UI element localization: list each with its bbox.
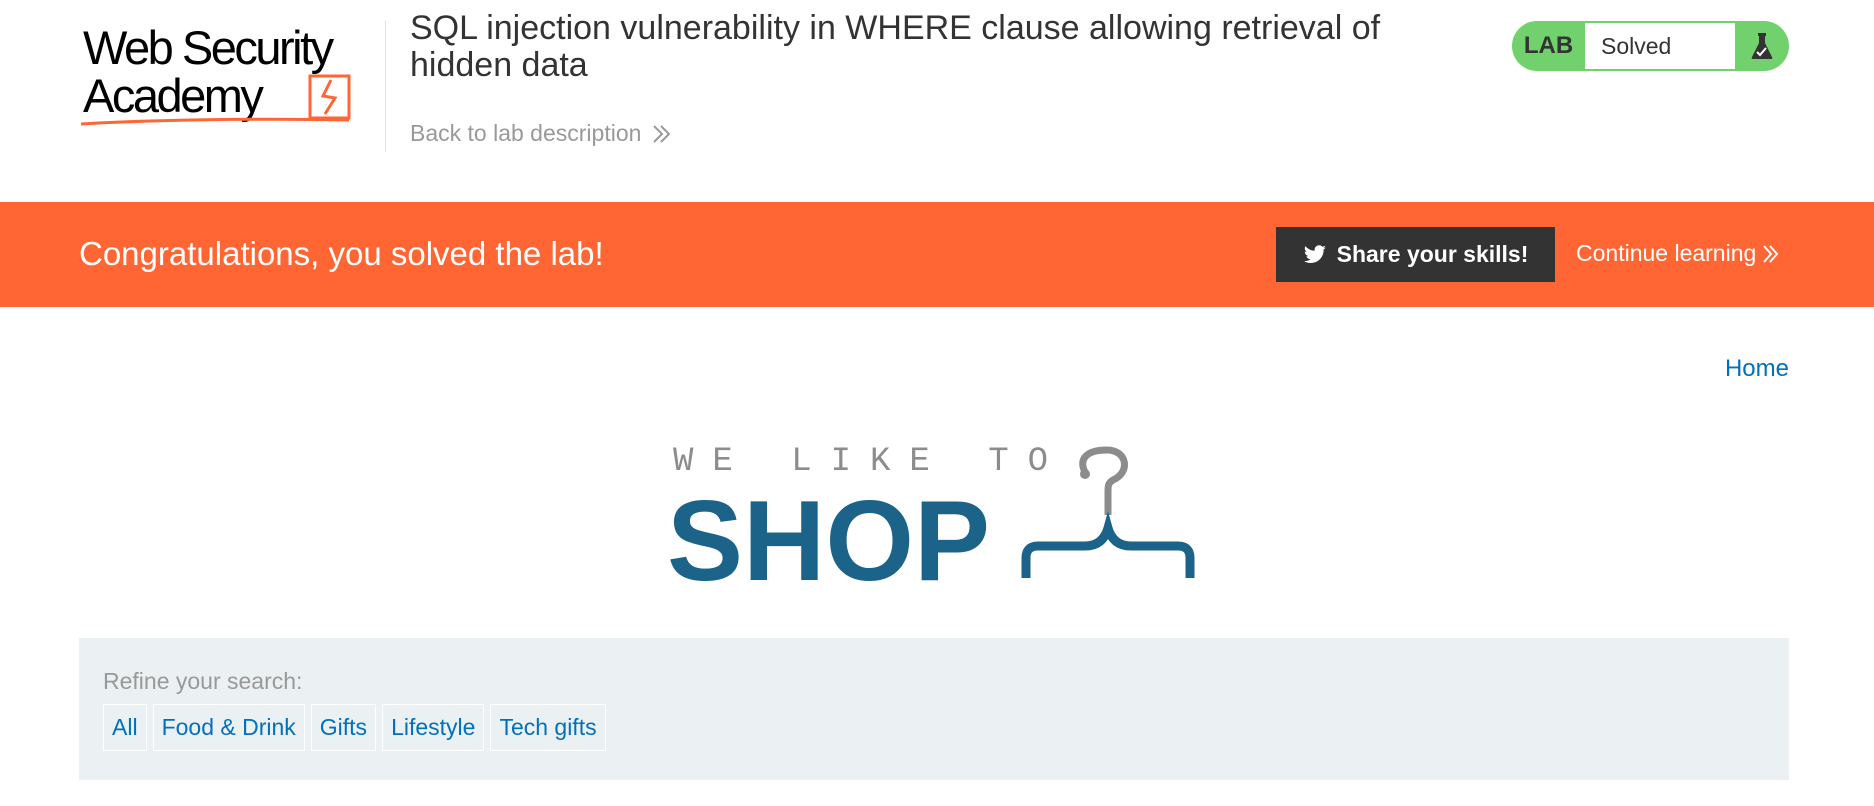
continue-learning-link[interactable]: Continue learning [1576,240,1780,267]
lab-title: SQL injection vulnerability in WHERE cla… [410,9,1381,84]
lab-status-value: Solved [1585,23,1735,69]
we-like-to-shop-logo: WE LIKE TO SHOP [667,443,1195,590]
academy-header: Web Security Academy SQL injection vulne… [0,0,1874,202]
back-to-lab-description-link[interactable]: Back to lab description [410,120,673,147]
lab-status-label: LAB [1523,32,1574,59]
search-filters-panel: Refine your search: All Food & Drink Gif… [79,638,1789,780]
continue-learning-label: Continue learning [1576,240,1757,266]
double-chevron-right-icon [1763,244,1779,263]
filter-category-tech-gifts[interactable]: Tech gifts [490,704,606,751]
double-chevron-right-icon [653,124,671,143]
filter-category-all[interactable]: All [103,704,147,751]
web-security-academy-logo[interactable]: Web Security Academy [79,20,381,130]
header-divider [385,20,386,152]
filter-category-lifestyle[interactable]: Lifestyle [382,704,485,751]
twitter-icon [1303,244,1326,263]
share-your-skills-button[interactable]: Share your skills! [1276,227,1555,282]
filter-category-food-drink[interactable]: Food & Drink [152,704,305,751]
shop-logo-tagline: WE LIKE TO [673,443,1067,481]
home-link[interactable]: Home [1725,355,1789,383]
banner-message: Congratulations, you solved the lab! [79,235,604,272]
svg-text:Academy: Academy [83,69,264,122]
lab-solved-banner: Congratulations, you solved the lab! Sha… [0,202,1874,307]
flask-icon [1735,31,1789,61]
svg-text:Web Security: Web Security [83,21,335,74]
filter-category-gifts[interactable]: Gifts [310,704,377,751]
shop-logo-name: SHOP [667,478,990,590]
lab-status-widget: LAB Solved [1512,21,1789,71]
back-link-label: Back to lab description [410,120,642,146]
filter-heading: Refine your search: [103,668,303,694]
category-filter-list: All Food & Drink Gifts Lifestyle Tech gi… [103,704,606,751]
share-button-label: Share your skills! [1336,241,1529,267]
